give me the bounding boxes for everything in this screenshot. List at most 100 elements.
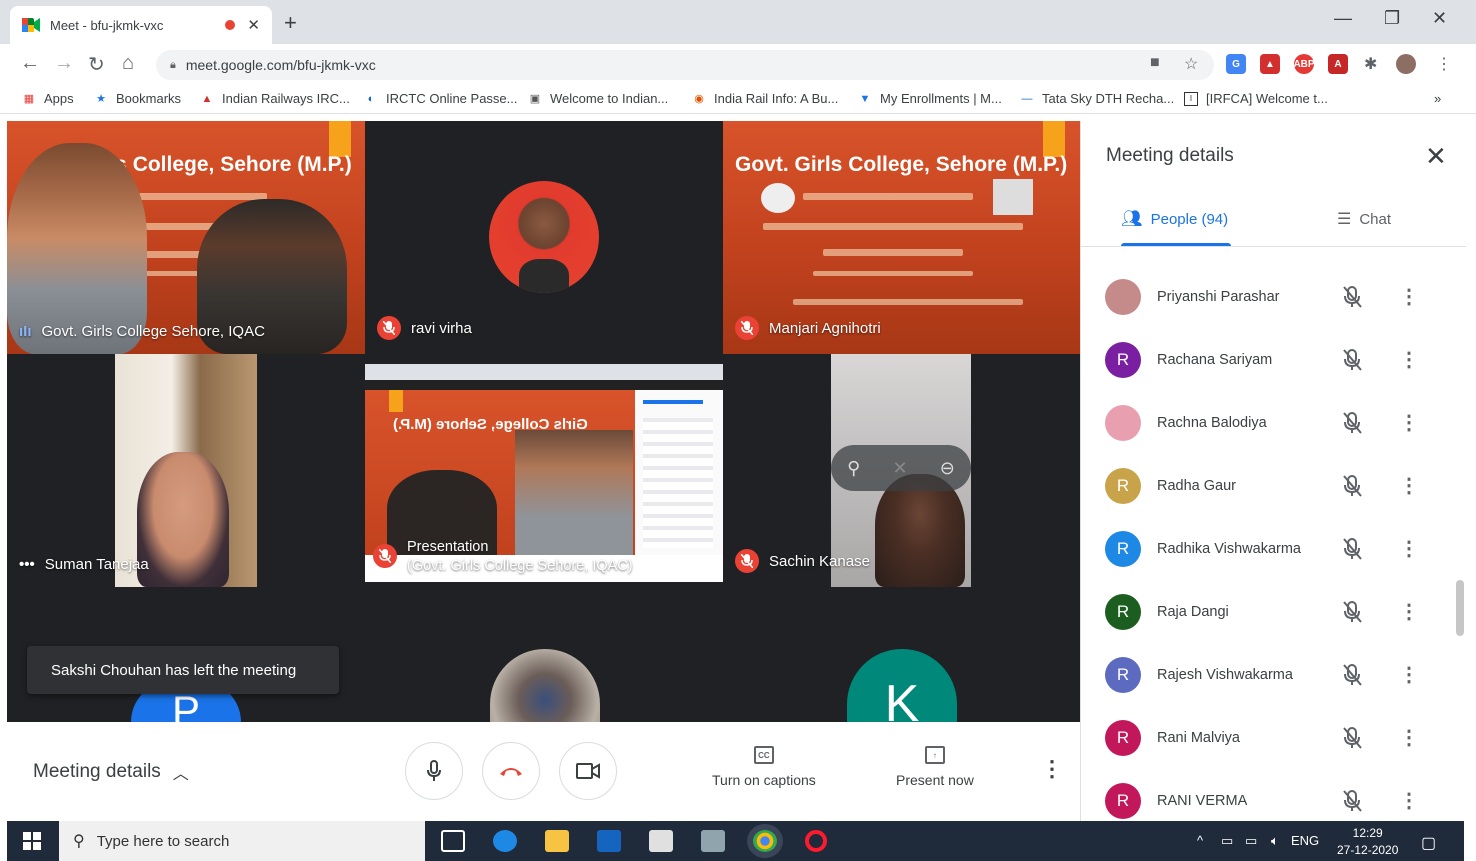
new-tab-button[interactable]: + (284, 10, 297, 36)
back-arrow-icon[interactable]: ← (20, 52, 40, 75)
muted-mic-icon[interactable] (1341, 663, 1365, 687)
tab-people[interactable]: 👥︎ People (94) (1121, 209, 1228, 229)
microphone-button[interactable] (405, 742, 463, 800)
reload-icon[interactable]: ↻ (88, 52, 105, 77)
language-indicator[interactable]: ENG (1291, 833, 1319, 848)
person-video (115, 354, 257, 587)
participant-more-icon[interactable]: ⋮ (1399, 410, 1419, 435)
task-view-icon[interactable] (441, 830, 465, 852)
tray-chevron-up-icon[interactable]: ^ (1197, 833, 1203, 848)
address-bar[interactable]: 🔒︎ meet.google.com/bfu-jkmk-vxc (156, 50, 1214, 80)
participant-row[interactable]: R Raja Dangi ⋮ (1081, 580, 1466, 643)
taskbar-search-box[interactable]: ⚲ Type here to search (59, 821, 425, 861)
participant-tile-suman-tanejaa[interactable]: ••• Suman Tanejaa (7, 354, 365, 587)
bookmark-irfca[interactable]: I [IRFCA] Welcome t... (1184, 91, 1328, 106)
participant-row[interactable]: Rachna Balodiya ⋮ (1081, 391, 1466, 454)
window-close-icon[interactable]: ✕ (1432, 8, 1447, 29)
muted-mic-icon (735, 316, 759, 340)
adblock-icon[interactable]: ABP (1293, 54, 1315, 74)
participant-row[interactable]: R Radha Gaur ⋮ (1081, 454, 1466, 517)
clock[interactable]: 12:29 27-12-2020 (1337, 825, 1398, 859)
tile-label: Presentation (Govt. Girls College Sehore… (373, 538, 633, 576)
bookmark-apps[interactable]: ▦ Apps (22, 91, 74, 106)
participant-more-icon[interactable]: ⋮ (1399, 473, 1419, 498)
muted-mic-icon[interactable] (1341, 411, 1365, 435)
store-icon[interactable] (649, 830, 673, 852)
turn-on-captions-button[interactable]: CC Turn on captions (712, 746, 816, 788)
restore-icon[interactable]: ❐ (1384, 8, 1400, 29)
opera-icon[interactable] (805, 830, 827, 852)
browser-menu-icon[interactable]: ⋮ (1436, 54, 1452, 74)
meeting-details-toggle[interactable]: Meeting details ︿ (33, 760, 189, 784)
minimize-icon[interactable]: — (1334, 8, 1352, 29)
bookmark-indian-railways[interactable]: ▲ Indian Railways IRC... (200, 91, 350, 106)
muted-mic-icon[interactable] (1341, 600, 1365, 624)
mute-participant-icon[interactable]: ✕ (892, 458, 907, 479)
extension-train-icon[interactable]: ▲ (1260, 54, 1280, 74)
pdf-extension-icon[interactable]: A (1328, 54, 1348, 74)
participant-more-icon[interactable]: ⋮ (1399, 599, 1419, 624)
participant-tile-ravi-virha[interactable]: ravi virha (365, 121, 723, 354)
photos-icon[interactable] (701, 830, 725, 852)
browser-tab-meet[interactable]: Meet - bfu-jkmk-vxc ✕ (10, 6, 272, 44)
toast-message: Sakshi Chouhan has left the meeting (51, 661, 297, 679)
presentation-tile[interactable]: Girls College, Sehore (M.P.) Presentatio… (365, 364, 723, 582)
media-player-icon[interactable] (597, 830, 621, 852)
end-call-button[interactable] (482, 742, 540, 800)
camera-button[interactable] (559, 742, 617, 800)
muted-mic-icon[interactable] (1341, 348, 1365, 372)
participant-more-icon[interactable]: ⋮ (1399, 725, 1419, 750)
volume-icon[interactable]: 🔈︎ (1271, 833, 1279, 849)
participant-row[interactable]: R Rani Malviya ⋮ (1081, 706, 1466, 769)
participant-more-icon[interactable]: ⋮ (1399, 536, 1419, 561)
bookmarks-overflow-icon[interactable]: » (1434, 91, 1441, 106)
participant-row[interactable]: R Rajesh Vishwakarma ⋮ (1081, 643, 1466, 706)
remove-participant-icon[interactable]: ⊖ (940, 458, 955, 479)
windows-start-icon[interactable] (23, 832, 41, 855)
tab-chat[interactable]: ☰ Chat (1337, 209, 1391, 229)
camera-in-use-icon[interactable]: ■ (1150, 54, 1160, 72)
irfca-icon: I (1184, 91, 1198, 106)
bookmark-my-enrollments[interactable]: ▼ My Enrollments | M... (858, 91, 1002, 106)
participant-row[interactable]: R RANI VERMA ⋮ (1081, 769, 1466, 821)
notifications-icon[interactable]: ▢ (1421, 833, 1436, 853)
profile-avatar[interactable] (1396, 54, 1416, 74)
participant-tile-govt-girls-college[interactable]: Girls College, Sehore (M.P.) ıIı Govt. G… (7, 121, 365, 354)
muted-mic-icon[interactable] (1341, 537, 1365, 561)
present-now-button[interactable]: ↑ Present now (896, 746, 974, 788)
extensions-puzzle-icon[interactable]: ✱ (1364, 54, 1377, 74)
search-icon: ⚲ (73, 833, 85, 850)
more-options-icon[interactable]: ⋮ (1041, 756, 1063, 782)
participant-row[interactable]: R Radhika Vishwakarma ⋮ (1081, 517, 1466, 580)
panel-scrollbar[interactable] (1456, 580, 1464, 636)
extension-g-icon[interactable]: G (1226, 54, 1246, 74)
bookmark-india-rail-info[interactable]: ◉ India Rail Info: A Bu... (692, 91, 838, 106)
chrome-icon[interactable] (753, 830, 777, 852)
participant-row[interactable]: Priyanshi Parashar ⋮ (1081, 265, 1466, 328)
tab-close-icon[interactable]: ✕ (247, 16, 260, 34)
edge-browser-icon[interactable] (493, 830, 517, 852)
bookmark-irctc[interactable]: ◐ IRCTC Online Passe... (364, 91, 518, 106)
participant-more-icon[interactable]: ⋮ (1399, 347, 1419, 372)
muted-mic-icon[interactable] (1341, 726, 1365, 750)
muted-mic-icon[interactable] (1341, 474, 1365, 498)
forward-arrow-icon[interactable]: → (54, 52, 74, 75)
participant-tile-manjari-agnihotri[interactable]: Govt. Girls College, Sehore (M.P.) Manja… (723, 121, 1080, 354)
bookmark-tata-sky[interactable]: — Tata Sky DTH Recha... (1020, 91, 1175, 106)
file-explorer-icon[interactable] (545, 830, 569, 852)
muted-mic-icon[interactable] (1341, 285, 1365, 309)
participant-row[interactable]: R Rachana Sariyam ⋮ (1081, 328, 1466, 391)
bookmark-star-icon[interactable]: ☆ (1184, 54, 1198, 74)
home-icon[interactable]: ⌂ (122, 52, 134, 75)
battery-icon[interactable]: ▭ (1221, 833, 1233, 849)
participant-more-icon[interactable]: ⋮ (1399, 284, 1419, 309)
pin-icon[interactable]: ⚲ (847, 458, 860, 479)
bookmark-welcome-indian[interactable]: ▣ Welcome to Indian... (528, 91, 668, 106)
participant-more-icon[interactable]: ⋮ (1399, 662, 1419, 687)
close-panel-icon[interactable]: ✕ (1425, 141, 1447, 172)
muted-mic-icon[interactable] (1341, 789, 1365, 813)
bookmark-bookmarks[interactable]: ★ Bookmarks (94, 91, 181, 106)
participant-more-icon[interactable]: ⋮ (1399, 788, 1419, 813)
network-icon[interactable]: ▭ (1245, 833, 1257, 849)
video-camera-icon (576, 763, 600, 779)
